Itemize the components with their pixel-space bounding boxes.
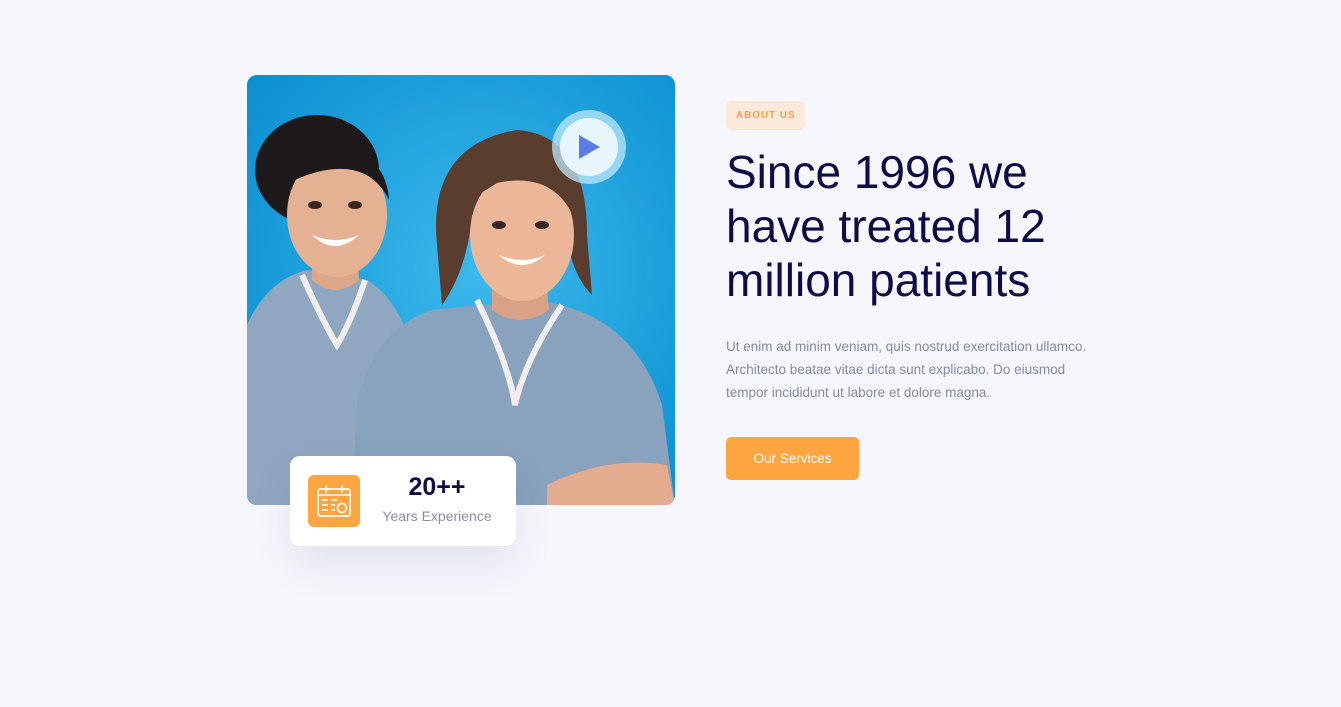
section-tag: ABOUT US <box>726 101 806 130</box>
experience-icon-box <box>308 475 360 527</box>
experience-number: 20++ <box>408 473 466 501</box>
experience-card: 20++ Years Experience <box>290 456 516 546</box>
play-button-inner <box>560 118 618 176</box>
play-icon <box>579 135 600 159</box>
section-description: Ut enim ad minim veniam, quis nostrud ex… <box>726 339 1087 400</box>
section-heading: Since 1996 we have treated 12 million pa… <box>726 146 1046 306</box>
experience-label: Years Experience <box>382 508 492 524</box>
calendar-icon <box>317 485 351 517</box>
our-services-button[interactable]: Our Services <box>726 437 859 480</box>
play-video-button[interactable] <box>552 110 626 184</box>
